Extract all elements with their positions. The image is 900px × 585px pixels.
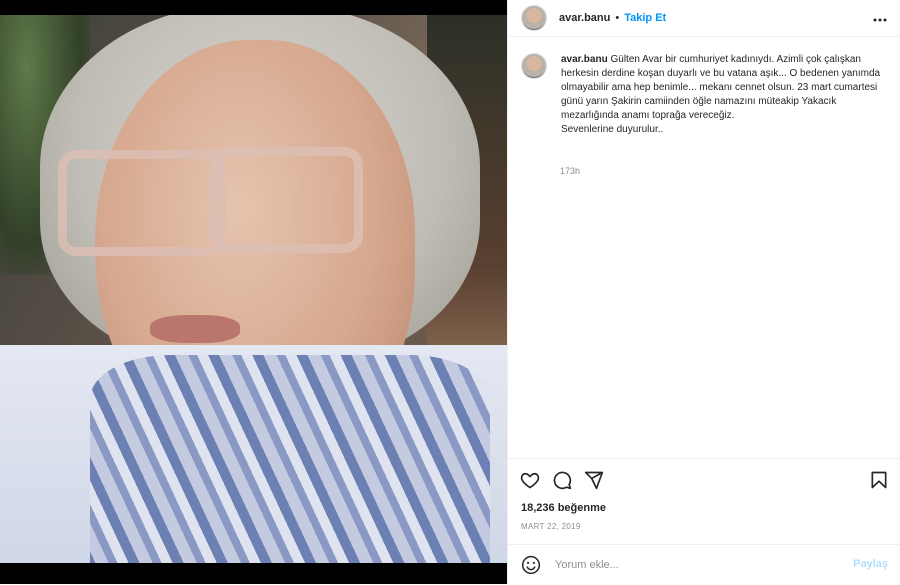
emoji-icon[interactable] [521, 555, 541, 575]
post-media[interactable] [0, 0, 507, 584]
instagram-post: avar.banu • Takip Et avar.banu Gülten Av… [0, 0, 900, 584]
caption-timestamp[interactable]: 173h [560, 166, 580, 176]
separator-dot: • [615, 12, 620, 24]
photo-glasses-left [58, 150, 226, 256]
photo-mouth [150, 315, 240, 343]
heart-icon[interactable] [520, 470, 540, 490]
post-comment-button[interactable]: Paylaş [853, 558, 888, 570]
caption-line2: Sevenlerine duyurulur.. [561, 124, 664, 135]
post-photo[interactable] [0, 15, 507, 563]
comment-bar: Paylaş [508, 544, 900, 585]
caption-body: avar.banu Gülten Avar bir cumhuriyet kad… [561, 53, 889, 137]
photo-glasses-right [210, 147, 363, 253]
likes-count[interactable]: 18,236 beğenme [521, 502, 606, 514]
caption-username[interactable]: avar.banu [561, 54, 608, 65]
post-panel: avar.banu • Takip Et avar.banu Gülten Av… [507, 0, 900, 584]
caption: avar.banu Gülten Avar bir cumhuriyet kad… [521, 53, 889, 137]
post-header: avar.banu • Takip Et [508, 0, 900, 37]
post-date: MART 22, 2019 [521, 522, 581, 531]
share-icon[interactable] [584, 470, 604, 490]
caption-avatar[interactable] [521, 53, 547, 79]
photo-scarf [90, 355, 490, 563]
caption-text: Gülten Avar bir cumhuriyet kadınıydı. Az… [561, 54, 881, 121]
more-icon[interactable] [873, 9, 887, 25]
action-bar [508, 458, 900, 499]
comment-input[interactable] [553, 558, 837, 572]
follow-button[interactable]: Takip Et [624, 12, 666, 24]
comment-icon[interactable] [552, 470, 572, 490]
avatar[interactable] [521, 5, 547, 31]
username-link[interactable]: avar.banu [559, 12, 610, 24]
bookmark-icon[interactable] [869, 470, 889, 490]
